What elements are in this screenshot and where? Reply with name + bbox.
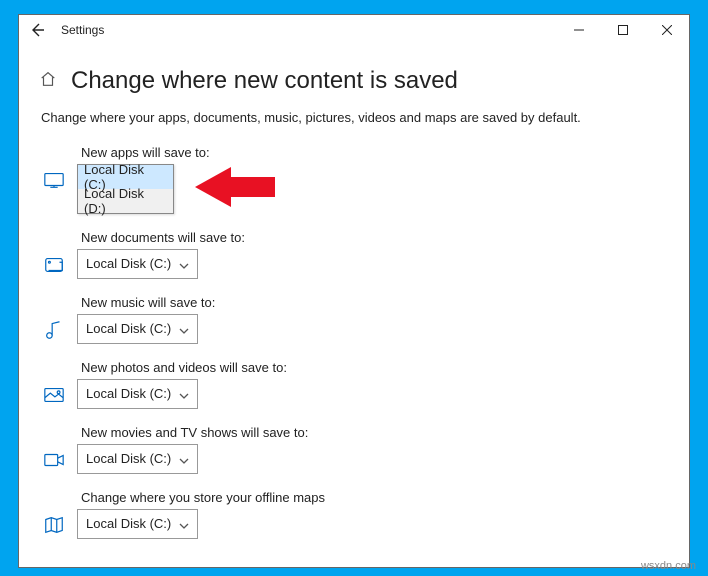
settings-window: Settings Change where new content is sav… [18,14,690,568]
group-maps-label: Change where you store your offline maps [81,490,667,505]
group-apps: New apps will save to: Local Disk (C:) L… [41,145,667,214]
close-button[interactable] [645,15,689,45]
chevron-down-icon [179,259,189,269]
page-title: Change where new content is saved [71,67,458,95]
apps-option-d[interactable]: Local Disk (D:) [78,189,173,213]
chevron-down-icon [179,389,189,399]
arrow-left-icon [30,22,46,38]
group-music: New music will save to: Local Disk (C:) [41,295,667,344]
titlebar-left: Settings [25,17,104,43]
group-documents: New documents will save to: Local Disk (… [41,230,667,279]
watermark: wsxdn.com [641,560,696,572]
photos-icon [41,379,67,406]
minimize-button[interactable] [557,15,601,45]
music-icon [41,314,67,341]
group-photos-label: New photos and videos will save to: [81,360,667,375]
chevron-down-icon [179,519,189,529]
apps-icon [41,164,67,191]
page-description: Change where your apps, documents, music… [41,109,667,127]
apps-dropdown-menu: Local Disk (C:) Local Disk (D:) [77,164,174,214]
back-button[interactable] [25,17,51,43]
page-header: Change where new content is saved [19,45,689,109]
maps-icon [41,509,67,536]
group-photos: New photos and videos will save to: Loca… [41,360,667,409]
movies-dropdown[interactable]: Local Disk (C:) [77,444,198,474]
documents-icon [41,249,67,276]
group-apps-label: New apps will save to: [81,145,667,160]
chevron-down-icon [179,454,189,464]
group-movies: New movies and TV shows will save to: Lo… [41,425,667,474]
home-icon[interactable] [39,70,57,93]
annotation-arrow [195,167,275,207]
apps-dropdown-open: Local Disk (C:) Local Disk (D:) [77,164,174,214]
documents-dropdown[interactable]: Local Disk (C:) [77,249,198,279]
group-music-label: New music will save to: [81,295,667,310]
movies-dropdown-value: Local Disk (C:) [86,451,171,466]
photos-dropdown[interactable]: Local Disk (C:) [77,379,198,409]
chevron-down-icon [179,324,189,334]
group-maps: Change where you store your offline maps… [41,490,667,539]
documents-dropdown-value: Local Disk (C:) [86,256,171,271]
window-controls [557,15,689,45]
app-title: Settings [61,23,104,37]
maps-dropdown-value: Local Disk (C:) [86,516,171,531]
titlebar: Settings [19,15,689,45]
music-dropdown[interactable]: Local Disk (C:) [77,314,198,344]
group-movies-label: New movies and TV shows will save to: [81,425,667,440]
photos-dropdown-value: Local Disk (C:) [86,386,171,401]
content: Change where your apps, documents, music… [19,109,689,539]
group-documents-label: New documents will save to: [81,230,667,245]
music-dropdown-value: Local Disk (C:) [86,321,171,336]
maximize-button[interactable] [601,15,645,45]
maps-dropdown[interactable]: Local Disk (C:) [77,509,198,539]
movies-icon [41,444,67,471]
